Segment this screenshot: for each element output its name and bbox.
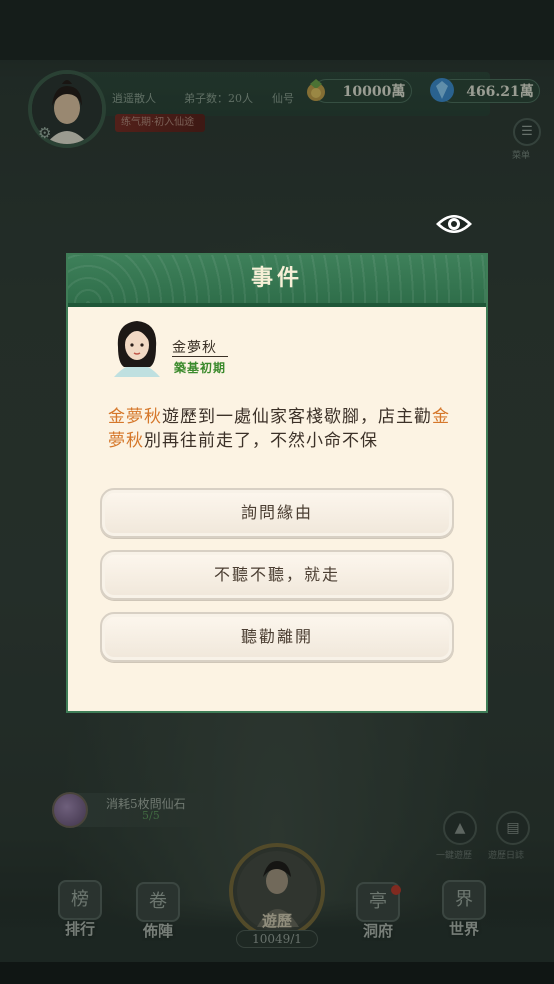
name-underline xyxy=(172,356,228,357)
character-portrait-icon xyxy=(114,321,160,377)
event-text-2: 別再往前走了，不然小命不保 xyxy=(144,431,378,451)
eye-icon[interactable] xyxy=(434,208,474,240)
choice-ignore-button[interactable]: 不聽不聽，就走 xyxy=(100,550,454,600)
event-dialog: 事件 金夢秋 築基初期 金夢秋遊歷到一處仙家客棧歇腳，店主勸金夢秋別再往前走了，… xyxy=(66,253,488,713)
event-name-1: 金夢秋 xyxy=(108,407,162,427)
character-realm: 築基初期 xyxy=(174,361,227,375)
choice-leave-button[interactable]: 聽勸離開 xyxy=(100,612,454,662)
character-name: 金夢秋 xyxy=(172,340,217,356)
event-description: 金夢秋遊歷到一處仙家客棧歇腳，店主勸金夢秋別再往前走了，不然小命不保 xyxy=(108,405,458,453)
dialog-title: 事件 xyxy=(250,265,303,291)
choice-ask-reason-button[interactable]: 詢問緣由 xyxy=(100,488,454,538)
event-text-1: 遊歷到一處仙家客棧歇腳，店主勸 xyxy=(162,407,432,427)
